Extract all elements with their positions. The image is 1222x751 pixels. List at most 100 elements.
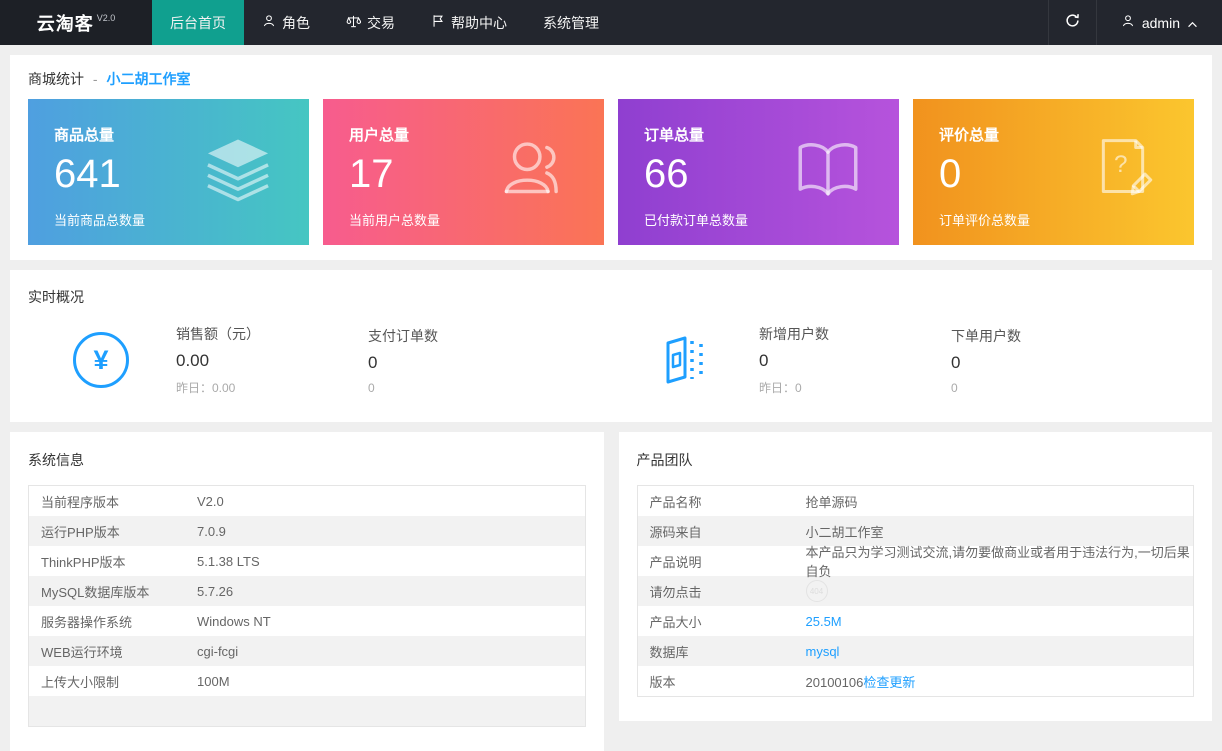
table-row: 运行PHP版本 7.0.9 [29, 516, 585, 546]
nav-item-trade[interactable]: 交易 [328, 0, 413, 45]
row-label: 数据库 [638, 642, 806, 661]
book-icon [791, 133, 865, 212]
review-icon: ? [1086, 133, 1160, 212]
check-update-link[interactable]: 检查更新 [863, 675, 915, 690]
table-row: WEB运行环境 cgi-fcgi [29, 636, 585, 666]
scale-icon [346, 14, 361, 32]
chevron-up-icon [1187, 15, 1198, 31]
system-info-table: 当前程序版本 V2.0 运行PHP版本 7.0.9 ThinkPHP版本 5.1… [28, 485, 586, 727]
nav-item-label: 角色 [282, 13, 310, 33]
refresh-button[interactable] [1048, 0, 1096, 45]
sales-stat: 销售额（元） 0.00 昨日：0.00 [176, 324, 368, 396]
shop-stats-title: 商城统计 - 小二胡工作室 [28, 69, 1194, 89]
row-value: 5.1.38 LTS [197, 554, 585, 569]
yen-icon: ¥ [72, 332, 130, 388]
row-value: 5.7.26 [197, 584, 585, 599]
404-badge[interactable]: 404 [806, 580, 828, 602]
stat-card-desc: 当前商品总数量 [54, 210, 283, 229]
stat-card-users: 用户总量 17 当前用户总数量 [323, 99, 604, 245]
row-label: MySQL数据库版本 [29, 582, 197, 601]
table-row [29, 696, 585, 726]
row-label: 运行PHP版本 [29, 522, 197, 541]
table-row: 版本 20100106检查更新 [638, 666, 1194, 696]
row-label: 版本 [638, 672, 806, 691]
top-navbar: 云淘客 V2.0 后台首页 角色 交易 帮助中心 系统管理 [0, 0, 1222, 45]
stat-sub: 昨日：0 [759, 379, 951, 396]
realtime-panel: 实时概况 ¥ 销售额（元） 0.00 昨日：0.00 支付订单数 0 0 [10, 270, 1212, 422]
app-version: V2.0 [97, 13, 116, 23]
stat-card-orders: 订单总量 66 已付款订单总数量 [618, 99, 899, 245]
username: admin [1142, 15, 1180, 31]
nav-item-help-center[interactable]: 帮助中心 [413, 0, 525, 45]
stat-cards-row: 商品总量 641 当前商品总数量 用户总量 17 当前用户总数量 订 [28, 99, 1194, 245]
stat-label: 销售额（元） [176, 324, 368, 344]
row-label: 当前程序版本 [29, 492, 197, 511]
main-nav: 后台首页 角色 交易 帮助中心 系统管理 [152, 0, 1048, 45]
realtime-users-group: 新增用户数 0 昨日：0 下单用户数 0 0 [611, 324, 1194, 396]
row-label: WEB运行环境 [29, 642, 197, 661]
table-row: 上传大小限制 100M [29, 666, 585, 696]
navbar-right: admin [1048, 0, 1222, 45]
row-label: 上传大小限制 [29, 672, 197, 691]
refresh-icon [1064, 12, 1081, 34]
users-icon [496, 133, 570, 212]
nav-item-label: 帮助中心 [451, 13, 507, 33]
stat-card-desc: 订单评价总数量 [939, 210, 1168, 229]
row-value: 25.5M [806, 614, 1194, 629]
paid-orders-stat: 支付订单数 0 0 [368, 326, 560, 395]
system-info-title: 系统信息 [28, 450, 586, 470]
stat-label: 支付订单数 [368, 326, 560, 346]
row-value: 7.0.9 [197, 524, 585, 539]
product-size-link[interactable]: 25.5M [806, 614, 842, 629]
user-icon [1121, 14, 1135, 31]
table-row: 请勿点击 404 [638, 576, 1194, 606]
row-label: ThinkPHP版本 [29, 552, 197, 571]
table-row: 产品名称 抢单源码 [638, 486, 1194, 516]
shop-stats-panel: 商城统计 - 小二胡工作室 商品总量 641 当前商品总数量 用户总量 17 当… [10, 55, 1212, 260]
realtime-sales-group: ¥ 销售额（元） 0.00 昨日：0.00 支付订单数 0 0 [28, 324, 611, 396]
stat-card-products: 商品总量 641 当前商品总数量 [28, 99, 309, 245]
layers-icon [201, 133, 275, 212]
row-value: 404 [806, 580, 1194, 602]
nav-item-label: 交易 [367, 13, 395, 33]
flag-icon [431, 14, 445, 31]
row-value: mysql [806, 644, 1194, 659]
ordering-users-stat: 下单用户数 0 0 [951, 326, 1143, 395]
row-value: 小二胡工作室 [806, 522, 1194, 541]
row-label: 请勿点击 [638, 582, 806, 601]
nav-item-label: 后台首页 [170, 13, 226, 33]
nav-item-roles[interactable]: 角色 [244, 0, 328, 45]
new-users-stat: 新增用户数 0 昨日：0 [759, 324, 951, 396]
stat-value: 0 [368, 353, 560, 373]
stat-label: 下单用户数 [951, 326, 1143, 346]
system-info-card: 系统信息 当前程序版本 V2.0 运行PHP版本 7.0.9 ThinkPHP版… [10, 432, 604, 751]
row-value: cgi-fcgi [197, 644, 585, 659]
product-team-title: 产品团队 [637, 450, 1195, 470]
nav-item-dashboard[interactable]: 后台首页 [152, 0, 244, 45]
stat-label: 新增用户数 [759, 324, 951, 344]
row-label: 产品名称 [638, 492, 806, 511]
user-menu[interactable]: admin [1096, 0, 1222, 45]
title-dash: - [93, 71, 98, 87]
row-value: 抢单源码 [806, 492, 1194, 511]
table-row: MySQL数据库版本 5.7.26 [29, 576, 585, 606]
row-value: V2.0 [197, 494, 585, 509]
table-row: 数据库 mysql [638, 636, 1194, 666]
studio-link[interactable]: 小二胡工作室 [106, 71, 190, 87]
building-icon [655, 332, 713, 388]
nav-item-system-admin[interactable]: 系统管理 [525, 0, 617, 45]
row-label: 产品大小 [638, 612, 806, 631]
row-value: 100M [197, 674, 585, 689]
table-row: 服务器操作系统 Windows NT [29, 606, 585, 636]
stat-sub: 0 [951, 381, 1143, 395]
stat-value: 0 [951, 353, 1143, 373]
stat-card-desc: 已付款订单总数量 [644, 210, 873, 229]
realtime-title: 实时概况 [28, 287, 1194, 307]
database-link[interactable]: mysql [806, 644, 840, 659]
row-value: 20100106检查更新 [806, 672, 1194, 691]
table-row: 产品说明 本产品只为学习测试交流,请勿要做商业或者用于违法行为,一切后果自负 [638, 546, 1194, 576]
stat-sub: 0 [368, 381, 560, 395]
app-logo: 云淘客 V2.0 [0, 0, 152, 45]
product-team-card: 产品团队 产品名称 抢单源码 源码来自 小二胡工作室 产品说明 本产品只为学习测… [619, 432, 1213, 721]
row-value: 本产品只为学习测试交流,请勿要做商业或者用于违法行为,一切后果自负 [806, 542, 1194, 580]
